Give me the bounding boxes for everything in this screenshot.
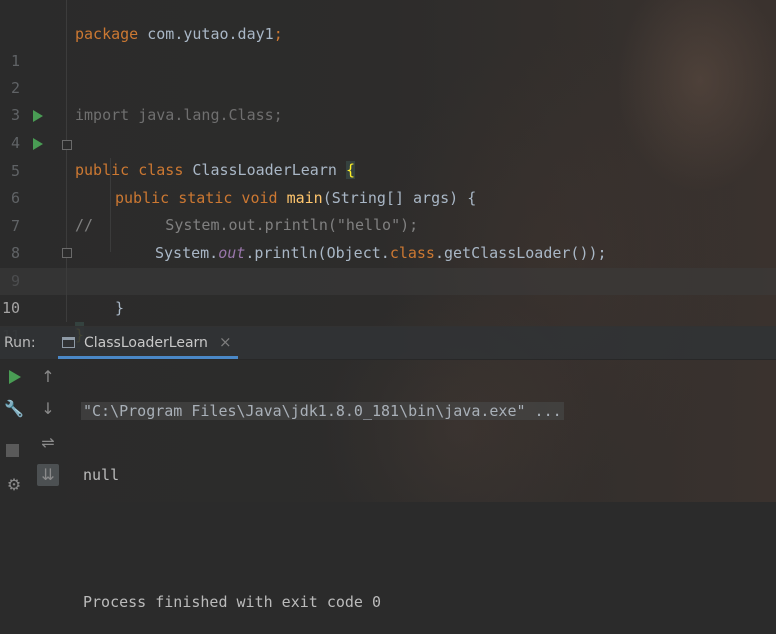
java-command-line: "C:\Program Files\Java\jdk1.8.0_181\bin\… (81, 402, 564, 420)
code-line[interactable]: 2 import java.lang.Class; (0, 48, 776, 124)
console-icon (62, 337, 75, 348)
arrow-up-icon[interactable]: ↑ (37, 366, 59, 388)
stop-icon[interactable] (6, 444, 19, 457)
run-panel-header: Run: ClassLoaderLearn × (0, 326, 776, 360)
soft-wrap-icon[interactable]: ⇌ (37, 432, 59, 454)
close-icon[interactable]: × (219, 333, 232, 351)
wrench-icon[interactable]: 🔧 (3, 398, 25, 420)
scroll-to-end-icon[interactable]: ⇊ (37, 464, 59, 486)
code-line-current[interactable]: 10 } (0, 268, 776, 349)
run-main-icon[interactable] (33, 138, 43, 150)
code-line[interactable]: 9 } (0, 241, 776, 317)
output-line: null (83, 465, 120, 484)
code-line[interactable]: 5 public static void main(String[] args)… (0, 131, 776, 207)
code-line[interactable]: 11 (0, 296, 776, 345)
code-line[interactable]: 8 (0, 213, 776, 262)
run-label: Run: (4, 335, 36, 351)
code-line[interactable]: 3 (0, 75, 776, 124)
arrow-down-icon[interactable]: ↓ (37, 398, 59, 420)
fold-icon[interactable] (62, 140, 72, 150)
exit-status-line: Process finished with exit code 0 (83, 592, 382, 611)
gear-icon[interactable]: ⚙ (3, 474, 25, 496)
console-output[interactable]: "C:\Program Files\Java\jdk1.8.0_181\bin\… (81, 362, 564, 634)
code-line[interactable]: 4 public class ClassLoaderLearn { (0, 103, 776, 179)
code-line[interactable]: 6 // System.out.println("hello"); (0, 158, 776, 234)
run-tab[interactable]: ClassLoaderLearn × (58, 327, 238, 359)
run-tab-label: ClassLoaderLearn (84, 335, 208, 351)
code-line[interactable]: 1 (0, 21, 776, 70)
code-editor[interactable]: package com.yutao.day1; 1 2 import java.… (0, 0, 776, 349)
code-line[interactable]: package com.yutao.day1; (0, 0, 776, 43)
fold-icon[interactable] (62, 248, 72, 258)
code-line[interactable]: 7 System.out.println(Object.class.getCla… (0, 186, 776, 262)
rerun-icon[interactable] (9, 370, 21, 384)
run-class-icon[interactable] (33, 110, 43, 122)
